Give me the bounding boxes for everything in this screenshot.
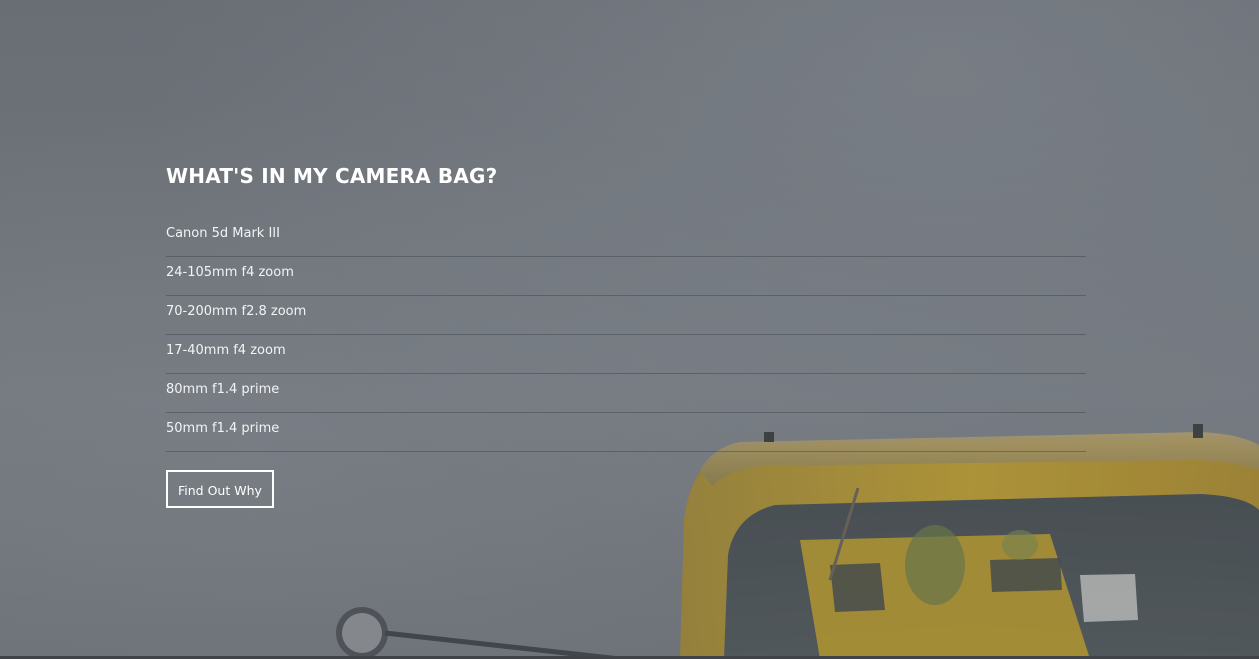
- list-item: 70-200mm f2.8 zoom: [166, 296, 1086, 335]
- find-out-why-button[interactable]: Find Out Why: [166, 470, 274, 508]
- section-heading: WHAT'S IN MY CAMERA BAG?: [166, 164, 498, 188]
- list-item: 24-105mm f4 zoom: [166, 257, 1086, 296]
- list-item: 80mm f1.4 prime: [166, 374, 1086, 413]
- list-item: 50mm f1.4 prime: [166, 413, 1086, 452]
- list-item: Canon 5d Mark III: [166, 218, 1086, 257]
- camera-bag-section: WHAT'S IN MY CAMERA BAG? Canon 5d Mark I…: [166, 160, 1086, 508]
- gear-list: Canon 5d Mark III 24-105mm f4 zoom 70-20…: [166, 218, 1086, 452]
- hero-section: WHAT'S IN MY CAMERA BAG? Canon 5d Mark I…: [0, 0, 1259, 659]
- list-item: 17-40mm f4 zoom: [166, 335, 1086, 374]
